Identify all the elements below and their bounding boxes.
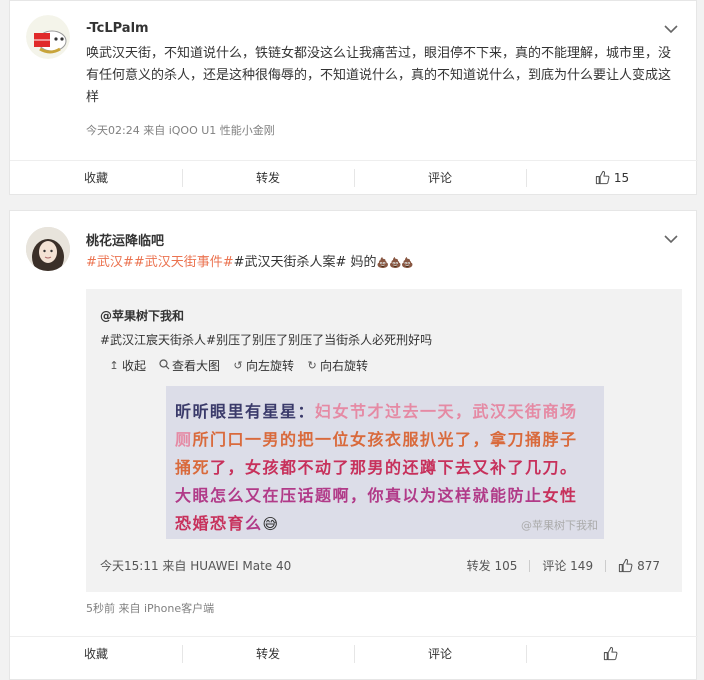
favorite-label: 收藏 xyxy=(83,647,108,661)
hashtag-link[interactable]: #武汉# xyxy=(86,255,134,270)
weibo-post-card: 桃花运降临吧 #武汉##武汉天街事件##武汉天街杀人案# 妈的💩💩💩 @苹果树下… xyxy=(9,210,698,680)
post-meta: 5秒前 来自 iPhone客户端 xyxy=(86,602,215,615)
repost-image[interactable]: 昕昕眼里有星星：妇女节才过去一天，武汉天街商场厕所门口一男的把一位女孩衣服扒光了… xyxy=(166,386,604,539)
action-bar: 收藏 转发 评论 xyxy=(10,636,698,670)
repost-count-button[interactable]: 转发 105 xyxy=(467,557,518,574)
comment-count-label: 评论 149 xyxy=(542,559,594,573)
hashtag-text: #武汉天街杀人案# xyxy=(233,255,347,270)
like-button[interactable] xyxy=(526,637,698,670)
poop-emoji-icon: 💩💩💩 xyxy=(376,258,414,269)
comment-button[interactable]: 评论 xyxy=(354,161,526,194)
collapse-button[interactable]: ↥ 收起 xyxy=(108,357,146,374)
thumbs-up-icon xyxy=(603,646,617,661)
like-button[interactable]: 15 xyxy=(526,161,698,194)
post-meta: 今天02:24 来自 iQOO U1 性能小金刚 xyxy=(86,124,275,137)
divider xyxy=(605,559,607,572)
rotate-left-label: 向左旋转 xyxy=(246,359,295,373)
repost-text: #武汉江宸天街杀人#别压了别压了别压了当街杀人必死刑好吗 xyxy=(100,333,433,347)
image-text-seg: 大眼怎么又在压话题啊，你真以为这样就能防止 xyxy=(175,486,543,505)
post-text: #武汉##武汉天街事件##武汉天街杀人案# 妈的💩💩💩 xyxy=(86,252,682,275)
repost-button[interactable]: 转发 xyxy=(182,637,354,670)
chevron-down-icon[interactable] xyxy=(664,24,678,34)
post-text: 唤武汉天街，不知道说什么，铁链女都没这么让我痛苦过，眼泪停不下来，真的不能理解，… xyxy=(86,46,672,105)
view-large-image-label: 查看大图 xyxy=(172,359,221,373)
rotate-left-button[interactable]: ↺ 向左旋转 xyxy=(232,357,294,374)
image-colon: ： xyxy=(297,402,316,421)
image-watermark: @苹果树下我和 xyxy=(521,519,598,532)
sweat-smile-emoji-icon: 😅 xyxy=(262,515,280,533)
image-toolbar: ↥ 收起 查看大图 ↺ 向左旋转 ↻ 向右旋转 xyxy=(108,357,380,374)
thumbs-up-icon xyxy=(595,170,610,185)
collapse-label: 收起 xyxy=(122,359,147,373)
like-count-button[interactable]: 877 xyxy=(618,558,660,573)
favorite-label: 收藏 xyxy=(83,171,108,185)
repost-actions: 转发 105 评论 149 877 xyxy=(455,557,660,574)
repost-label: 转发 xyxy=(255,647,280,661)
comment-button[interactable]: 评论 xyxy=(354,637,526,670)
avatar[interactable] xyxy=(26,15,70,59)
reposted-content: @苹果树下我和 #武汉江宸天街杀人#别压了别压了别压了当街杀人必死刑好吗 ↥ 收起… xyxy=(86,289,682,592)
favorite-button[interactable]: 收藏 xyxy=(10,161,182,194)
view-large-image-button[interactable]: 查看大图 xyxy=(158,357,220,374)
username[interactable]: 桃花运降临吧 xyxy=(86,230,164,249)
repost-label: 转发 xyxy=(255,171,280,185)
comment-label: 评论 xyxy=(427,647,452,661)
repost-username[interactable]: @苹果树下我和 xyxy=(100,307,184,324)
like-count: 877 xyxy=(637,558,660,573)
hashtag-link[interactable]: #武汉天街事件# xyxy=(134,255,234,270)
like-count: 15 xyxy=(613,170,630,185)
repost-button[interactable]: 转发 xyxy=(182,161,354,194)
thumbs-up-icon xyxy=(618,558,633,573)
weibo-post-card: -TcLPalm 唤武汉天街，不知道说什么，铁链女都没这么让我痛苦过，眼泪停不下… xyxy=(9,0,698,195)
rotate-right-button[interactable]: ↻ 向右旋转 xyxy=(306,357,368,374)
image-text-seg: 了，女孩都不动了那男的还蹲下去又补了几刀。 xyxy=(210,458,578,477)
comment-label: 评论 xyxy=(427,171,452,185)
repost-count-label: 转发 105 xyxy=(466,559,518,573)
comment-count-button[interactable]: 评论 149 xyxy=(542,557,593,574)
action-bar: 收藏 转发 评论 15 xyxy=(10,160,698,194)
favorite-button[interactable]: 收藏 xyxy=(10,637,182,670)
image-author: 昕昕眼里有星星 xyxy=(175,402,298,421)
chevron-down-icon[interactable] xyxy=(664,234,678,244)
divider xyxy=(529,559,531,572)
image-text-seg: 么 xyxy=(245,514,263,533)
rotate-left-icon: ↺ xyxy=(233,359,243,372)
collapse-icon: ↥ xyxy=(109,359,119,372)
rotate-right-label: 向右旋转 xyxy=(320,359,369,373)
rotate-right-icon: ↻ xyxy=(307,359,317,372)
magnifier-icon xyxy=(158,358,170,373)
avatar[interactable] xyxy=(26,227,70,271)
post-text-tail: 妈的 xyxy=(346,255,377,270)
username[interactable]: -TcLPalm xyxy=(86,21,149,36)
repost-meta: 今天15:11 来自 HUAWEI Mate 40 xyxy=(100,559,292,573)
